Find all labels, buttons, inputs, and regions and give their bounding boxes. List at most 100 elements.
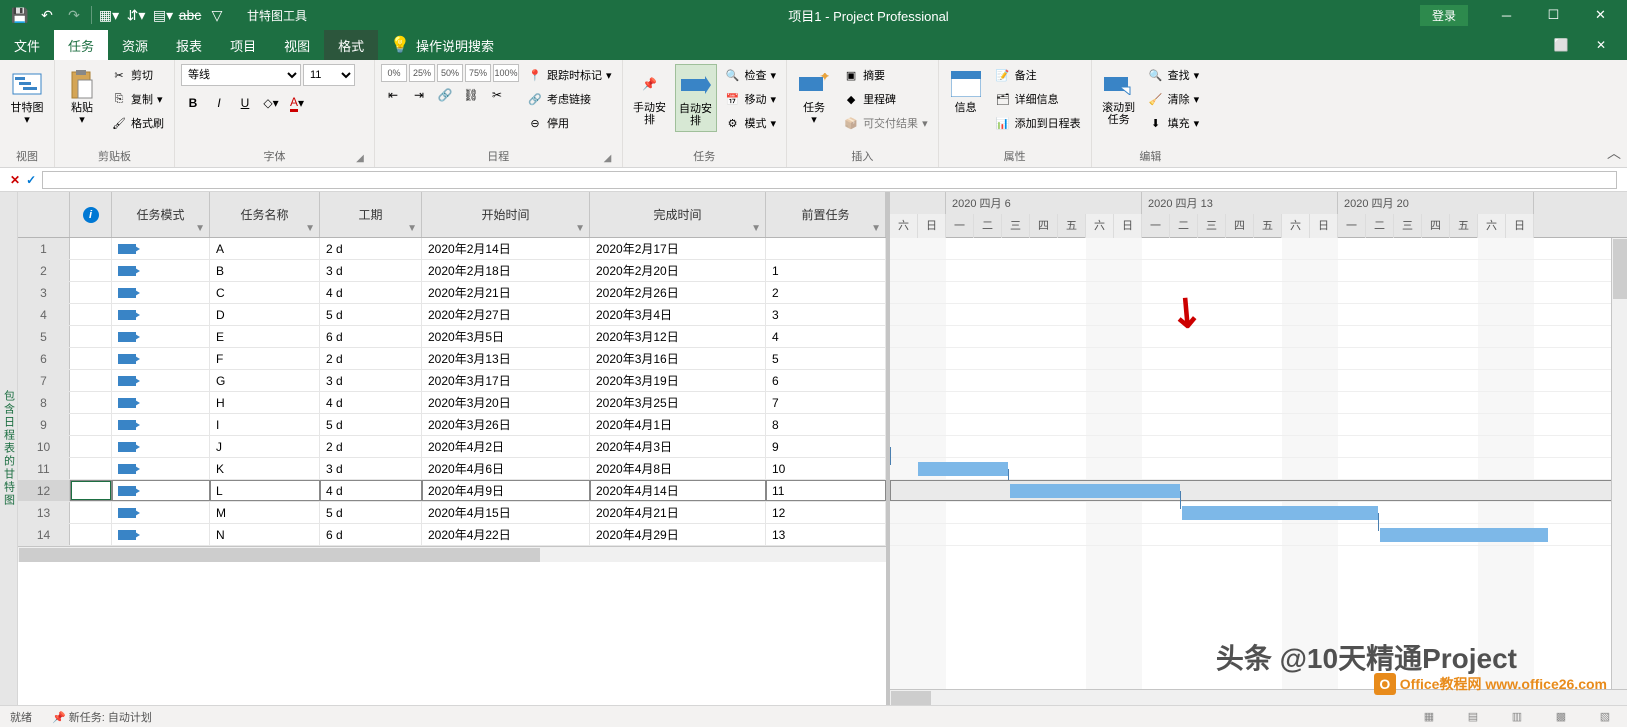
cell-start[interactable]: 2020年2月14日 (422, 238, 590, 259)
login-button[interactable]: 登录 (1420, 5, 1468, 26)
view-resource-icon[interactable]: ▩ (1549, 708, 1573, 726)
cell-start[interactable]: 2020年3月20日 (422, 392, 590, 413)
scroll-to-task-button[interactable]: 滚动到任务 (1098, 64, 1140, 130)
cell-indicator[interactable] (70, 414, 112, 435)
manual-schedule-button[interactable]: 📌 手动安排 (629, 64, 671, 130)
cell-mode[interactable] (112, 392, 210, 413)
entry-accept-icon[interactable]: ✓ (26, 173, 36, 187)
cell-finish[interactable]: 2020年3月16日 (590, 348, 766, 369)
cell-name[interactable]: L (210, 480, 320, 501)
row-number[interactable]: 12 (18, 480, 70, 501)
gantt-row[interactable] (890, 370, 1627, 392)
cell-finish[interactable]: 2020年2月26日 (590, 282, 766, 303)
cell-finish[interactable]: 2020年2月17日 (590, 238, 766, 259)
cell-duration[interactable]: 3 d (320, 260, 422, 281)
pct-100-button[interactable]: 100% (493, 64, 519, 82)
row-number[interactable]: 2 (18, 260, 70, 281)
notes-button[interactable]: 📝备注 (991, 64, 1085, 86)
font-name-select[interactable]: 等线 (181, 64, 301, 86)
auto-schedule-button[interactable]: 自动安排 (675, 64, 717, 132)
format-painter-button[interactable]: 🖌格式刷 (107, 112, 168, 134)
gantt-row[interactable] (890, 348, 1627, 370)
respect-links-button[interactable]: 🔗考虑链接 (523, 88, 616, 110)
row-number[interactable]: 14 (18, 524, 70, 545)
pct-50-button[interactable]: 50% (437, 64, 463, 82)
row-number[interactable]: 3 (18, 282, 70, 303)
cell-mode[interactable] (112, 326, 210, 347)
chevron-down-icon[interactable]: ▼ (305, 223, 315, 234)
cell-finish[interactable]: 2020年3月19日 (590, 370, 766, 391)
chevron-down-icon[interactable]: ▼ (871, 223, 881, 234)
cell-duration[interactable]: 6 d (320, 524, 422, 545)
cell-duration[interactable]: 5 d (320, 502, 422, 523)
row-number[interactable]: 11 (18, 458, 70, 479)
cell-predecessors[interactable]: 9 (766, 436, 886, 457)
cell-start[interactable]: 2020年4月9日 (422, 480, 590, 501)
cell-mode[interactable] (112, 370, 210, 391)
font-launcher-icon[interactable]: ◢ (354, 153, 366, 165)
chevron-down-icon[interactable]: ▼ (195, 223, 205, 234)
col-finish[interactable]: 完成时间▼ (590, 192, 766, 237)
undo-icon[interactable]: ↶ (35, 3, 59, 27)
fill-color-button[interactable]: ◇▾ (259, 92, 283, 114)
cell-finish[interactable]: 2020年4月21日 (590, 502, 766, 523)
qat-customize-icon[interactable]: ▽ (205, 3, 229, 27)
cell-mode[interactable] (112, 304, 210, 325)
ribbon-display-icon[interactable]: ⬜ (1541, 38, 1581, 52)
cell-name[interactable]: C (210, 282, 320, 303)
cell-name[interactable]: N (210, 524, 320, 545)
cell-mode[interactable] (112, 436, 210, 457)
milestone-button[interactable]: ◆里程碑 (839, 88, 932, 110)
link-tasks-button[interactable]: 🔗 (433, 84, 457, 106)
gantt-vscrollbar[interactable] (1611, 238, 1627, 689)
gantt-body[interactable] (890, 238, 1627, 689)
cell-mode[interactable] (112, 524, 210, 545)
deactivate-button[interactable]: ⊖停用 (523, 112, 616, 134)
row-number[interactable]: 13 (18, 502, 70, 523)
close-icon[interactable]: ✕ (1578, 1, 1623, 29)
tab-format[interactable]: 格式 (324, 30, 378, 60)
cell-finish[interactable]: 2020年4月1日 (590, 414, 766, 435)
cell-mode[interactable] (112, 458, 210, 479)
summary-button[interactable]: ▣摘要 (839, 64, 932, 86)
cell-predecessors[interactable]: 7 (766, 392, 886, 413)
table-row[interactable]: 14 N 6 d 2020年4月22日 2020年4月29日 13 (18, 524, 886, 546)
cell-duration[interactable]: 5 d (320, 304, 422, 325)
gantt-hscrollbar[interactable] (890, 689, 1627, 705)
gantt-bar[interactable] (1010, 484, 1180, 498)
cell-indicator[interactable] (70, 480, 112, 501)
cell-indicator[interactable] (70, 458, 112, 479)
cell-predecessors[interactable]: 3 (766, 304, 886, 325)
tab-report[interactable]: 报表 (162, 30, 216, 60)
cell-predecessors[interactable]: 1 (766, 260, 886, 281)
cell-name[interactable]: J (210, 436, 320, 457)
ribbon-close-icon[interactable]: ✕ (1581, 38, 1621, 52)
status-new-task[interactable]: 📌 新任务: 自动计划 (52, 709, 152, 725)
qat-btn-2[interactable]: ⇵▾ (124, 3, 148, 27)
pct-75-button[interactable]: 75% (465, 64, 491, 82)
collapse-ribbon-icon[interactable]: ︿ (1607, 143, 1621, 163)
col-start[interactable]: 开始时间▼ (422, 192, 590, 237)
paste-button[interactable]: 粘贴▾ (61, 64, 103, 130)
col-indicators[interactable]: i (70, 192, 112, 237)
col-task-mode[interactable]: 任务模式▼ (112, 192, 210, 237)
cell-indicator[interactable] (70, 348, 112, 369)
cell-duration[interactable]: 4 d (320, 480, 422, 501)
cell-predecessors[interactable]: 12 (766, 502, 886, 523)
table-row[interactable]: 9 I 5 d 2020年3月26日 2020年4月1日 8 (18, 414, 886, 436)
cell-predecessors[interactable]: 5 (766, 348, 886, 369)
table-row[interactable]: 8 H 4 d 2020年3月20日 2020年3月25日 7 (18, 392, 886, 414)
cell-duration[interactable]: 4 d (320, 392, 422, 413)
gantt-row[interactable] (890, 436, 1627, 458)
cell-name[interactable]: K (210, 458, 320, 479)
outdent-button[interactable]: ⇤ (381, 84, 405, 106)
view-report-icon[interactable]: ▧ (1593, 708, 1617, 726)
gantt-bar[interactable] (1182, 506, 1378, 520)
entry-input[interactable] (42, 171, 1617, 189)
fill-button[interactable]: ⬇填充 ▾ (1144, 112, 1204, 134)
col-duration[interactable]: 工期▼ (320, 192, 422, 237)
view-team-icon[interactable]: ▥ (1505, 708, 1529, 726)
col-predecessors[interactable]: 前置任务▼ (766, 192, 886, 237)
table-row[interactable]: 7 G 3 d 2020年3月17日 2020年3月19日 6 (18, 370, 886, 392)
move-button[interactable]: 📅移动 ▾ (721, 88, 781, 110)
